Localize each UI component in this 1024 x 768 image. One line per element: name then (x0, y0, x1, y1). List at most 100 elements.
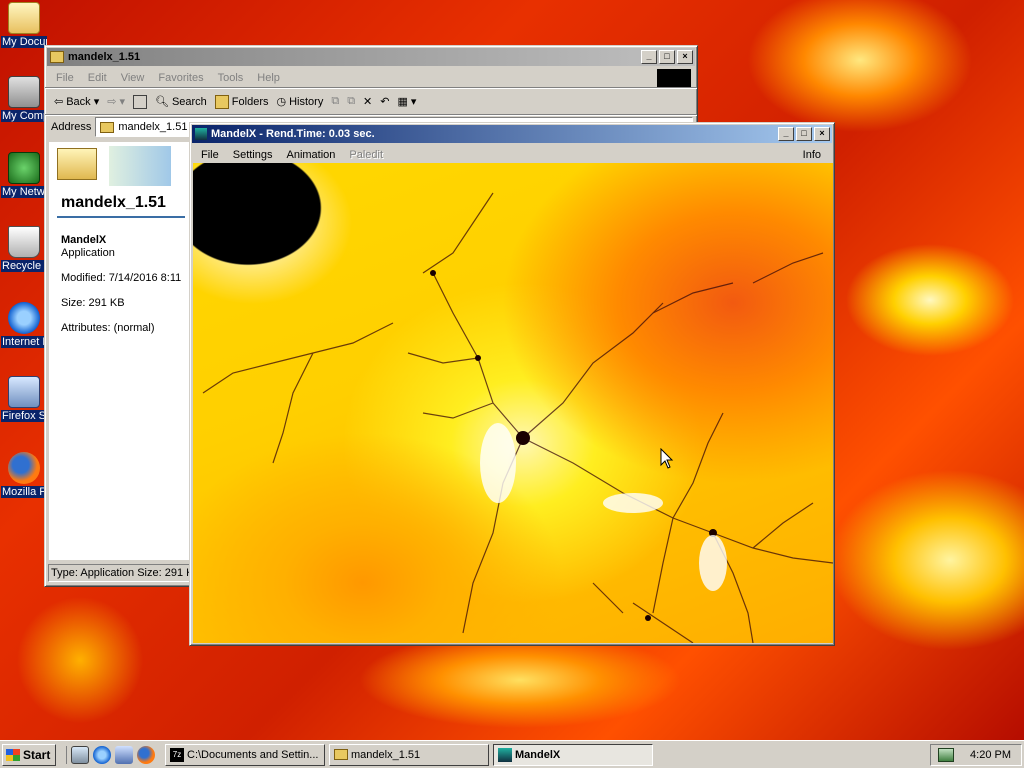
close-button[interactable]: × (814, 127, 830, 141)
desktop-icon-label: Firefox Setup 10.0 (1, 410, 47, 422)
forward-button[interactable]: ⇨ ▾ (104, 91, 128, 113)
pane-header-graphic (109, 146, 171, 186)
firefox-icon[interactable] (137, 745, 155, 764)
task-button-7zip[interactable]: 7z C:\Documents and Settin... (165, 743, 325, 766)
windows-logo-icon (657, 68, 691, 87)
outlook-express-icon[interactable] (115, 745, 133, 764)
desktop-icon-firefox[interactable]: Mozilla Firefox (0, 452, 48, 501)
network-places-icon (8, 152, 40, 184)
menu-paledit[interactable]: Paledit (342, 149, 390, 161)
mandelx-title: MandelX - Rend.Time: 0.03 sec. (211, 128, 375, 140)
history-button[interactable]: ◷ History (273, 91, 326, 113)
menu-favorites[interactable]: Favorites (151, 72, 210, 84)
desktop-icon-label: My Documents (1, 36, 47, 48)
address-value: mandelx_1.51 (118, 121, 188, 133)
back-arrow-icon: ⇦ (54, 96, 64, 108)
my-documents-icon (8, 2, 40, 34)
show-desktop-icon[interactable] (71, 745, 89, 764)
desktop-icon-label: Mozilla Firefox (1, 486, 47, 498)
7zip-icon: 7z (170, 747, 184, 762)
folder-icon (100, 121, 115, 133)
undo-button[interactable]: ↶ (377, 91, 392, 113)
back-button[interactable]: ⇦ Back ▾ (51, 91, 102, 113)
explorer-titlebar[interactable]: mandelx_1.51 _ □ × (47, 48, 695, 66)
pane-folder-name: mandelx_1.51 (61, 194, 166, 211)
taskbar: Start 7z C:\Documents and Settin... mand… (0, 740, 1024, 768)
menu-help[interactable]: Help (250, 72, 287, 84)
status-text: Type: Application Size: 291 K (51, 567, 194, 579)
minimize-button[interactable]: _ (641, 50, 657, 64)
menu-file[interactable]: File (49, 72, 81, 84)
desktop-icon-network-places[interactable]: My Network Places (0, 152, 48, 201)
desktop-icon-internet-explorer[interactable]: Internet Explorer (0, 302, 48, 351)
search-icon: 🔍︎ (154, 96, 169, 108)
maximize-button[interactable]: □ (796, 127, 812, 141)
history-icon: ◷ (276, 96, 287, 108)
task-button-explorer[interactable]: mandelx_1.51 (329, 743, 489, 766)
explorer-title: mandelx_1.51 (68, 51, 141, 63)
desktop-icon-label: My Network Places (1, 186, 47, 198)
quick-launch (66, 745, 155, 764)
mandelx-menubar: File Settings Animation Paledit Info (190, 145, 834, 164)
pane-item-name: MandelX (61, 234, 107, 246)
firefox-icon (8, 452, 40, 484)
pane-divider (57, 216, 185, 218)
my-computer-icon (8, 76, 40, 108)
firefox-setup-icon (8, 376, 40, 408)
maximize-button[interactable]: □ (659, 50, 675, 64)
pane-item-type: Application (61, 247, 115, 259)
menu-tools[interactable]: Tools (211, 72, 251, 84)
forward-arrow-icon: ⇨ (107, 96, 117, 108)
move-to-button[interactable]: ⧉ (328, 91, 342, 113)
address-label: Address (51, 121, 92, 133)
folders-button[interactable]: Folders (212, 91, 272, 113)
desktop-icon-my-documents[interactable]: My Documents (0, 2, 48, 51)
mandelx-titlebar[interactable]: MandelX - Rend.Time: 0.03 sec. _ □ × (192, 125, 832, 143)
folder-icon (334, 749, 348, 760)
clock[interactable]: 4:20 PM (970, 749, 1011, 761)
menu-file[interactable]: File (194, 149, 226, 161)
task-button-mandelx[interactable]: MandelX (493, 743, 653, 766)
up-folder-icon (132, 94, 147, 109)
start-button[interactable]: Start (2, 743, 56, 766)
pane-modified: Modified: 7/14/2016 8:11 (61, 272, 182, 284)
menu-info[interactable]: Info (796, 149, 828, 161)
views-icon: ▦ (397, 96, 408, 108)
network-tray-icon[interactable] (938, 748, 955, 762)
mandelx-window[interactable]: MandelX - Rend.Time: 0.03 sec. _ □ × Fil… (189, 122, 835, 646)
fractal-canvas[interactable] (193, 163, 833, 643)
menu-settings[interactable]: Settings (226, 149, 280, 161)
explorer-menubar: File Edit View Favorites Tools Help (45, 68, 697, 87)
desktop-icon-my-computer[interactable]: My Computer (0, 76, 48, 125)
copy-to-button[interactable]: ⧉ (344, 91, 358, 113)
folder-icon (50, 51, 64, 63)
minimize-button[interactable]: _ (778, 127, 794, 141)
menu-animation[interactable]: Animation (279, 149, 342, 161)
delete-button[interactable]: ✕ (360, 91, 375, 113)
desktop-icon-label: Recycle Bin (1, 260, 47, 272)
explorer-toolbar: ⇦ Back ▾ ⇨ ▾ 🔍︎ Search Folders ◷ History ⧉ … (45, 89, 697, 114)
windows-flag-icon (6, 748, 20, 761)
desktop-icon-recycle-bin[interactable]: Recycle Bin (0, 226, 48, 275)
internet-explorer-icon[interactable] (93, 745, 111, 764)
menu-view[interactable]: View (114, 72, 152, 84)
system-tray: 4:20 PM (930, 744, 1022, 766)
up-folder-button[interactable] (130, 91, 150, 113)
menu-edit[interactable]: Edit (81, 72, 114, 84)
folders-icon (214, 94, 229, 109)
desktop-icon-label: My Computer (1, 110, 47, 122)
mouse-cursor-icon (660, 448, 674, 469)
mandelx-icon (195, 128, 207, 140)
views-button[interactable]: ▦ ▾ (394, 91, 419, 113)
recycle-bin-icon (8, 226, 40, 258)
internet-explorer-icon (8, 302, 40, 334)
search-button[interactable]: 🔍︎ Search (152, 91, 210, 113)
close-button[interactable]: × (677, 50, 693, 64)
desktop-icon-label: Internet Explorer (1, 336, 47, 348)
pane-attributes: Attributes: (normal) (61, 322, 155, 334)
desktop-icon-firefox-setup[interactable]: Firefox Setup 10.0 (0, 376, 48, 425)
mandelx-icon (498, 747, 512, 762)
explorer-info-pane: mandelx_1.51 MandelX Application Modifie… (49, 142, 189, 560)
fractal-filaments (202, 192, 833, 643)
pane-size: Size: 291 KB (61, 297, 125, 309)
